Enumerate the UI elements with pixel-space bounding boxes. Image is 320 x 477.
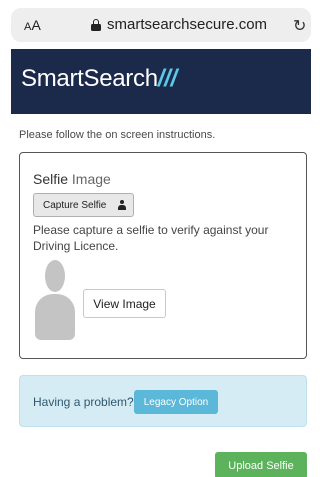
capture-selfie-label: Capture Selfie — [43, 199, 107, 211]
help-question: Having a problem? — [33, 395, 134, 409]
lock-icon — [91, 19, 101, 31]
brand-name: SmartSearch — [21, 65, 158, 92]
brand-header: SmartSearch/// — [11, 49, 311, 114]
reload-icon[interactable]: ↻ — [293, 16, 306, 36]
person-icon — [118, 200, 126, 210]
selfie-description: Please capture a selfie to verify agains… — [33, 223, 269, 253]
card-title-strong: Selfie — [33, 171, 69, 187]
view-image-button[interactable]: View Image — [83, 289, 166, 318]
text-size-large-letter: A — [31, 17, 42, 33]
capture-selfie-button[interactable]: Capture Selfie — [33, 193, 134, 217]
help-panel: Having a problem? Legacy Option — [19, 375, 307, 427]
upload-selfie-button[interactable]: Upload Selfie — [215, 452, 307, 477]
text-size-small-letter: A — [24, 21, 32, 33]
brand-slashes: /// — [157, 65, 177, 92]
url-text[interactable]: smartsearchsecure.com — [107, 16, 267, 33]
avatar-placeholder-icon — [35, 260, 75, 340]
browser-address-bar[interactable]: AA smartsearchsecure.com ↻ — [11, 8, 311, 42]
selfie-card: Selfie Image Capture Selfie Please captu… — [19, 152, 307, 359]
instructions-text: Please follow the on screen instructions… — [19, 129, 216, 141]
card-title-rest: Image — [68, 171, 111, 187]
card-title: Selfie Image — [33, 171, 111, 187]
text-size-button[interactable]: AA — [24, 17, 41, 33]
brand-logo: SmartSearch/// — [21, 65, 177, 93]
legacy-option-button[interactable]: Legacy Option — [134, 390, 218, 414]
